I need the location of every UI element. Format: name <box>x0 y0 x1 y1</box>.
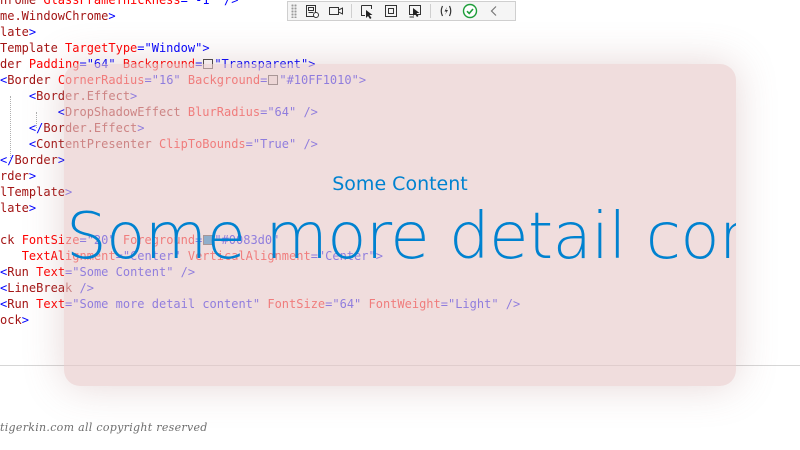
code-token: > <box>202 41 210 55</box>
hot-reload-icon <box>440 5 452 17</box>
code-token: rder <box>0 169 29 183</box>
code-token: Template <box>0 41 66 55</box>
code-token: ="Window" <box>137 41 203 55</box>
code-token: ="-1" <box>180 0 217 7</box>
code-line: late> <box>0 24 36 40</box>
code-token: TargetType <box>65 41 138 55</box>
code-token: > <box>108 9 116 23</box>
code-token: < <box>0 89 37 103</box>
code-line: rder> <box>0 168 36 184</box>
code-token: > <box>21 313 29 327</box>
code-line: me.WindowChrome> <box>0 8 116 24</box>
select-element-button[interactable] <box>356 2 378 20</box>
device-preview-icon <box>306 5 319 18</box>
code-token: LineBreak <box>7 281 73 295</box>
app-window-border: Some Content Some more detail content <box>64 64 736 386</box>
display-layout-adorners-icon <box>385 5 397 17</box>
indent-guide <box>36 112 37 128</box>
indent-guide <box>10 96 11 160</box>
display-layout-adorners-button[interactable] <box>380 2 402 20</box>
hot-reload-status-button[interactable] <box>459 2 481 20</box>
in-app-debug-toolbar <box>287 1 516 21</box>
toolbar-separator <box>430 4 431 18</box>
code-line: ock> <box>0 312 29 328</box>
code-token: Run <box>7 297 37 311</box>
code-token: lTemplate <box>0 185 66 199</box>
code-token: > <box>28 169 37 183</box>
code-token: /> <box>216 0 239 7</box>
hot-reload-button[interactable] <box>435 2 457 20</box>
code-line: hrome GlassFrameThickness="-1" /> <box>0 0 238 8</box>
code-token: Border <box>14 153 58 167</box>
code-token: der <box>0 57 29 71</box>
code-token: late <box>0 25 29 39</box>
detail-content-run: Some more detail content <box>66 200 736 274</box>
code-token: GlassFrameThickness <box>43 0 181 7</box>
code-token: > <box>28 25 37 39</box>
record-camera-icon <box>329 7 343 15</box>
code-token: Border <box>7 73 58 87</box>
code-line: lTemplate> <box>0 184 72 200</box>
watermark: tigerkin.com all copyright reserved <box>0 421 208 434</box>
hot-reload-status-check-icon <box>462 3 478 19</box>
collapse-toolbar-button[interactable] <box>483 2 505 20</box>
code-token: ck <box>0 233 22 247</box>
code-token: me.WindowChrome <box>0 9 109 23</box>
record-button[interactable] <box>325 2 347 20</box>
toolbar-separator <box>351 4 352 18</box>
code-token: ock <box>0 313 22 327</box>
code-token: Text <box>36 265 66 279</box>
code-token: late <box>0 201 29 215</box>
code-token: < <box>0 137 37 151</box>
code-token: hrome <box>0 0 44 7</box>
device-preview-button[interactable] <box>301 2 323 20</box>
collapse-toolbar-icon <box>490 6 497 16</box>
code-token: Text <box>36 297 66 311</box>
track-focused-element-icon <box>409 5 421 18</box>
code-token: > <box>28 201 37 215</box>
code-line: Template TargetType="Window"> <box>0 40 210 56</box>
toolbar-grip[interactable] <box>291 4 297 18</box>
content-text-block: Some Content Some more detail content <box>64 64 736 386</box>
code-token: </ <box>0 153 15 167</box>
select-element-icon <box>361 5 373 19</box>
track-focused-element-button[interactable] <box>404 2 426 20</box>
some-content-run: Some Content <box>332 173 468 195</box>
code-line: late> <box>0 200 36 216</box>
code-token: Run <box>7 265 37 279</box>
